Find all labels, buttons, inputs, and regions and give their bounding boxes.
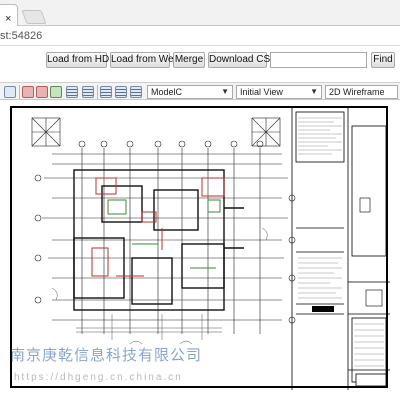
toolbar-separator xyxy=(19,85,20,99)
tab-strip: × xyxy=(0,0,400,26)
find-button[interactable]: Find xyxy=(371,52,395,68)
search-input[interactable] xyxy=(270,52,367,68)
properties-icon[interactable] xyxy=(66,86,78,98)
stop-icon[interactable] xyxy=(22,86,34,98)
watermark-url: https://dhgeng.cn.china.cn xyxy=(14,372,183,383)
align-right-icon[interactable] xyxy=(130,86,142,98)
visual-style-select[interactable]: 2D Wireframe xyxy=(325,85,398,99)
toolbar-separator xyxy=(97,85,98,99)
download-csv-button[interactable]: Download CSV xyxy=(208,52,277,68)
visual-style-select-value: 2D Wireframe xyxy=(329,87,385,97)
load-from-hdd-button[interactable]: Load from HDD xyxy=(46,52,116,68)
zoom-extents-icon[interactable] xyxy=(4,86,16,98)
address-bar[interactable]: st:54826 xyxy=(0,26,400,46)
chevron-down-icon: ▼ xyxy=(221,87,229,96)
list-icon[interactable] xyxy=(82,86,94,98)
viewer-toolbar: ModelC ▼ Initial View ▼ 2D Wireframe xyxy=(0,82,400,100)
view-select[interactable]: Initial View ▼ xyxy=(236,85,322,99)
layers-icon[interactable] xyxy=(50,86,62,98)
address-url: st:54826 xyxy=(0,30,43,42)
render-icon[interactable] xyxy=(36,86,48,98)
merge-button[interactable]: Merge xyxy=(173,52,205,68)
space-select[interactable]: ModelC ▼ xyxy=(147,85,233,99)
load-from-web-button[interactable]: Load from Web xyxy=(110,52,179,68)
view-select-value: Initial View xyxy=(240,87,283,97)
align-center-icon[interactable] xyxy=(115,86,127,98)
chevron-down-icon: ▼ xyxy=(310,87,318,96)
close-tab-icon[interactable]: × xyxy=(5,14,11,25)
browser-tab[interactable]: × xyxy=(0,4,18,26)
loader-toolbar: Load from HDD Load from Web Merge Downlo… xyxy=(0,47,400,71)
watermark-text: 南京庚乾信息科技有限公司 xyxy=(10,347,203,364)
app-window: × st:54826 Load from HDD Load from Web M… xyxy=(0,0,400,400)
new-tab-button[interactable] xyxy=(21,10,47,24)
align-left-icon[interactable] xyxy=(100,86,112,98)
space-select-value: ModelC xyxy=(151,87,183,97)
